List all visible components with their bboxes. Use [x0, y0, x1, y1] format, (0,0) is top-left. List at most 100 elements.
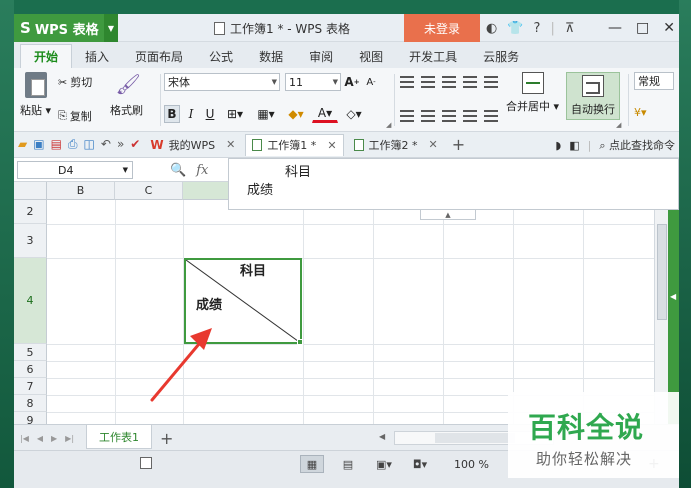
last-sheet-icon[interactable]: ▶| [65, 434, 74, 443]
reading-mode-icon[interactable]: ▣▾ [372, 455, 396, 473]
normal-view-icon[interactable]: ▦ [300, 455, 324, 473]
doc-tab-workbook1[interactable]: 工作簿1 * ✕ [245, 133, 344, 156]
currency-button[interactable]: ¥▾ [634, 102, 674, 122]
print-preview-icon[interactable]: ◫ [84, 137, 95, 152]
tab-insert[interactable]: 插入 [72, 44, 122, 68]
tab-developer[interactable]: 开发工具 [396, 44, 470, 68]
page-break-view-icon[interactable]: ▤ [336, 455, 360, 473]
customize-icon[interactable]: ✔ [130, 137, 140, 152]
fill-color-button[interactable]: ◆▾ [283, 105, 309, 123]
cell-d4-selected[interactable]: 科目 成绩 [184, 258, 302, 344]
maximize-icon[interactable]: □ [636, 20, 649, 36]
sheet-tab-1[interactable]: 工作表1 [86, 425, 152, 449]
help-icon[interactable]: ? [534, 21, 541, 36]
paste-button[interactable]: 粘贴 ▾ [20, 72, 51, 118]
tab-page-layout[interactable]: 页面布局 [122, 44, 196, 68]
prev-sheet-icon[interactable]: ◀ [37, 434, 43, 443]
export-pdf-icon[interactable]: ▤ [51, 137, 62, 152]
row-header-8[interactable]: 8 [14, 395, 47, 412]
print-icon[interactable]: ⎙ [68, 137, 78, 152]
spreadsheet-grid[interactable]: B C 2 3 4 5 6 7 8 9 10 [14, 182, 654, 424]
minimize-icon[interactable]: — [608, 20, 622, 36]
add-tab-icon[interactable]: + [452, 135, 465, 154]
row-header-2[interactable]: 2 [14, 200, 47, 224]
align-right-icon[interactable] [442, 110, 456, 122]
close-icon[interactable]: ✕ [226, 138, 235, 151]
close-icon[interactable]: ✕ [327, 139, 336, 152]
shrink-font-button[interactable]: A- [363, 73, 379, 91]
distributed-icon[interactable] [484, 110, 498, 122]
font-color-button[interactable]: A ▾ [312, 105, 338, 123]
align-left-icon[interactable] [400, 110, 414, 122]
doc-tab-workbook2[interactable]: 工作簿2 * ✕ [348, 134, 444, 156]
row-header-9[interactable]: 9 [14, 412, 47, 424]
tab-data[interactable]: 数据 [246, 44, 296, 68]
vertical-scroll-thumb[interactable] [657, 224, 667, 320]
scroll-left-icon[interactable]: ◀ [379, 432, 385, 441]
row-header-4[interactable]: 4 [14, 258, 47, 344]
formula-input[interactable]: 科目 成绩 [228, 158, 679, 210]
fill-handle[interactable] [297, 339, 303, 345]
backup-icon[interactable]: ◗ [555, 139, 561, 152]
decrease-indent-icon[interactable] [463, 76, 477, 88]
zoom-icon[interactable]: 🔍 [170, 163, 186, 178]
align-bottom-icon[interactable] [442, 76, 456, 88]
merge-center-button[interactable]: 合并居中 ▾ [506, 72, 559, 114]
minimize-to-tray-icon[interactable]: ⊼ [565, 21, 575, 36]
doc-tab-my-wps[interactable]: W 我的WPS ✕ [144, 134, 241, 156]
more-icon[interactable]: » [117, 137, 124, 152]
horizontal-scroll-thumb[interactable] [435, 433, 515, 443]
command-search[interactable]: ⌕ 点此查找命令 [599, 137, 675, 153]
add-sheet-icon[interactable]: + [160, 425, 173, 451]
italic-button[interactable]: I [183, 105, 199, 123]
app-menu-button[interactable]: S WPS 表格 ▼ [14, 14, 118, 42]
vertical-scrollbar[interactable] [654, 182, 668, 424]
grow-font-button[interactable]: A + [344, 73, 360, 91]
skin-icon[interactable]: ◐ [486, 21, 497, 36]
next-sheet-icon[interactable]: ▶ [51, 434, 57, 443]
close-icon[interactable]: ✕ [663, 20, 675, 36]
tab-home[interactable]: 开始 [20, 44, 73, 68]
tab-view[interactable]: 视图 [346, 44, 396, 68]
name-box[interactable]: D4 ▼ [17, 161, 133, 179]
format-painter-button[interactable]: 🖌 格式刷 [110, 72, 143, 118]
row-header-7[interactable]: 7 [14, 378, 47, 395]
row-header-5[interactable]: 5 [14, 344, 47, 361]
copy-button[interactable]: ⎘ 复制 [58, 106, 92, 126]
borders-button[interactable]: ⊞▾ [221, 105, 249, 123]
macro-record-icon[interactable] [140, 457, 152, 469]
underline-button[interactable]: U [202, 105, 218, 123]
align-center-icon[interactable] [421, 110, 435, 122]
clear-format-button[interactable]: ◇▾ [341, 105, 367, 123]
zoom-level[interactable]: 100 % [454, 454, 489, 474]
increase-indent-icon[interactable] [484, 76, 498, 88]
save-icon[interactable]: ▣ [33, 137, 44, 152]
first-sheet-icon[interactable]: |◀ [20, 434, 29, 443]
select-all-corner[interactable] [14, 182, 47, 200]
bold-button[interactable]: B [164, 105, 180, 123]
column-header-c[interactable]: C [115, 182, 183, 200]
number-format-select[interactable]: 常规 [634, 72, 674, 90]
row-header-3[interactable]: 3 [14, 224, 47, 258]
fx-button[interactable]: fx [196, 163, 208, 178]
shirt-icon[interactable]: 👕 [507, 21, 523, 36]
undo-icon[interactable]: ↶ [101, 137, 111, 152]
app-menu-dropdown-icon[interactable]: ▼ [104, 14, 118, 42]
tab-formula[interactable]: 公式 [196, 44, 246, 68]
cut-button[interactable]: ✂ 剪切 [58, 72, 92, 92]
login-button[interactable]: 未登录 [404, 14, 480, 42]
row-header-6[interactable]: 6 [14, 361, 47, 378]
wrap-text-button[interactable]: 自动换行 [566, 72, 620, 120]
side-panel-toggle[interactable]: ◀ [668, 182, 679, 424]
font-dialog-launcher-icon[interactable]: ◢ [386, 121, 391, 129]
open-icon[interactable]: ▰ [18, 137, 27, 152]
close-icon[interactable]: ✕ [429, 138, 438, 151]
tab-cloud-service[interactable]: 云服务 [470, 44, 532, 68]
justify-icon[interactable] [463, 110, 477, 122]
collapse-formula-icon[interactable]: ▲ [420, 210, 476, 220]
tab-review[interactable]: 审阅 [296, 44, 346, 68]
eye-protection-icon[interactable]: ◘▾ [408, 455, 432, 473]
share-icon[interactable]: ◧ [569, 139, 579, 152]
column-header-b[interactable]: B [47, 182, 115, 200]
align-top-icon[interactable] [400, 76, 414, 88]
